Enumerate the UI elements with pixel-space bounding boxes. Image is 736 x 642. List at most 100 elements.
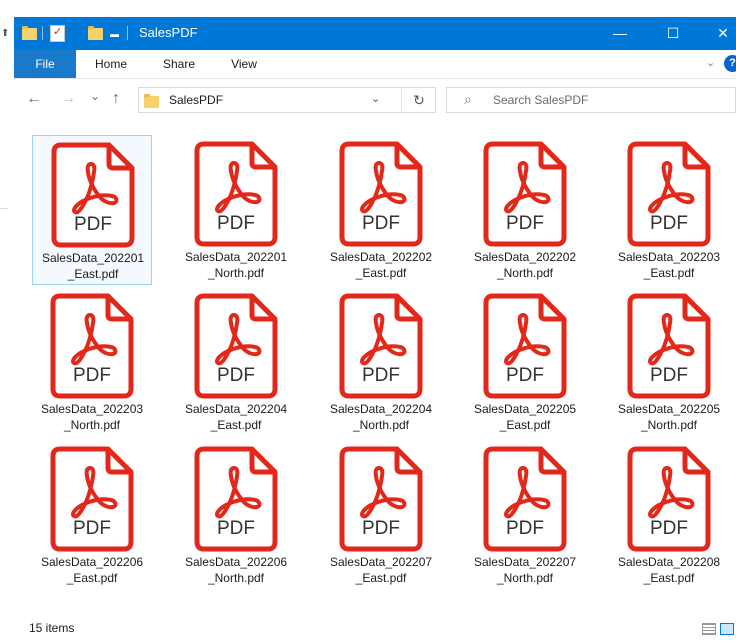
- file-name-line-1: SalesData_202205: [617, 402, 721, 416]
- pdf-file-icon: PDF: [339, 293, 423, 399]
- file-name-line-2: _East.pdf: [67, 267, 119, 281]
- pdf-icon-label: PDF: [362, 213, 400, 234]
- address-dropdown-icon[interactable]: ⌄: [371, 92, 380, 105]
- minimize-button[interactable]: —: [597, 17, 643, 50]
- file-item[interactable]: PDF SalesData_202205 _East.pdf: [465, 287, 585, 437]
- status-bar: 15 items: [14, 617, 736, 642]
- folder-icon: [22, 26, 37, 40]
- search-box[interactable]: ⌕ Search SalesPDF: [446, 87, 736, 113]
- file-name-line-1: SalesData_202205: [473, 402, 577, 416]
- file-name: SalesData_202207 _East.pdf: [321, 554, 441, 586]
- pdf-icon-label: PDF: [217, 213, 255, 234]
- pdf-icon-label: PDF: [217, 518, 255, 539]
- file-name: SalesData_202205 _East.pdf: [465, 401, 585, 433]
- large-icons-view-icon[interactable]: [720, 623, 734, 635]
- expand-ribbon-icon[interactable]: ⌄: [706, 56, 715, 69]
- file-name-line-1: SalesData_202208: [617, 555, 721, 569]
- search-icon: ⌕: [464, 91, 472, 107]
- pdf-file-icon: PDF: [194, 446, 278, 552]
- file-name-line-2: _East.pdf: [643, 571, 695, 585]
- tab-file[interactable]: File: [14, 50, 76, 78]
- file-name-line-1: SalesData_202206: [184, 555, 288, 569]
- recent-locations-chevron-icon[interactable]: ⌄: [90, 89, 100, 103]
- file-item[interactable]: PDF SalesData_202206 _North.pdf: [176, 440, 296, 590]
- file-name-line-1: SalesData_202206: [40, 555, 144, 569]
- search-placeholder: Search SalesPDF: [493, 93, 589, 107]
- address-bar[interactable]: SalesPDF ⌄ ↻: [138, 87, 436, 113]
- file-item[interactable]: PDF SalesData_202206 _East.pdf: [32, 440, 152, 590]
- file-name: SalesData_202204 _East.pdf: [176, 401, 296, 433]
- pdf-file-icon: PDF: [339, 141, 423, 247]
- file-item[interactable]: PDF SalesData_202201 _North.pdf: [176, 135, 296, 285]
- file-list-view[interactable]: PDF SalesData_202201 _East.pdf PDF SalesData…: [14, 123, 736, 617]
- pdf-icon-label: PDF: [217, 365, 255, 386]
- file-name-line-2: _East.pdf: [355, 571, 407, 585]
- file-item[interactable]: PDF SalesData_202202 _East.pdf: [321, 135, 441, 285]
- file-item[interactable]: PDF SalesData_202202 _North.pdf: [465, 135, 585, 285]
- file-name: SalesData_202203 _East.pdf: [609, 249, 729, 281]
- file-name: SalesData_202202 _East.pdf: [321, 249, 441, 281]
- file-name: SalesData_202208 _East.pdf: [609, 554, 729, 586]
- file-item[interactable]: PDF SalesData_202203 _East.pdf: [609, 135, 729, 285]
- file-name-line-1: SalesData_202201: [41, 251, 145, 265]
- file-name-line-2: _East.pdf: [66, 571, 118, 585]
- window-title: SalesPDF: [139, 25, 198, 40]
- pdf-file-icon: PDF: [50, 293, 134, 399]
- pdf-icon-label: PDF: [650, 518, 688, 539]
- file-item[interactable]: PDF SalesData_202205 _North.pdf: [609, 287, 729, 437]
- tab-home[interactable]: Home: [86, 50, 136, 78]
- file-name: SalesData_202203 _North.pdf: [32, 401, 152, 433]
- file-item[interactable]: PDF SalesData_202207 _East.pdf: [321, 440, 441, 590]
- file-name-line-2: _East.pdf: [499, 418, 551, 432]
- folder-icon: [144, 94, 159, 108]
- file-name-line-1: SalesData_202203: [40, 402, 144, 416]
- up-arrow-icon[interactable]: ↑: [112, 90, 120, 108]
- close-button[interactable]: ✕: [700, 17, 736, 50]
- forward-arrow-icon[interactable]: →: [60, 90, 76, 108]
- file-name-line-1: SalesData_202204: [184, 402, 288, 416]
- pin-icon: ⬆: [1, 28, 10, 39]
- file-item[interactable]: PDF SalesData_202201 _East.pdf: [32, 135, 152, 285]
- new-folder-icon[interactable]: [88, 26, 103, 40]
- details-view-icon[interactable]: [702, 623, 716, 635]
- tab-share[interactable]: Share: [154, 50, 204, 78]
- refresh-icon[interactable]: ↻: [401, 87, 436, 113]
- file-item[interactable]: PDF SalesData_202204 _East.pdf: [176, 287, 296, 437]
- pdf-file-icon: PDF: [627, 446, 711, 552]
- file-name-line-1: SalesData_202207: [329, 555, 433, 569]
- quick-access-dropdown-icon[interactable]: ▬: [110, 29, 119, 39]
- pdf-icon-label: PDF: [362, 365, 400, 386]
- pdf-icon-label: PDF: [506, 518, 544, 539]
- file-name-line-1: SalesData_202201: [184, 250, 288, 264]
- tab-view[interactable]: View: [219, 50, 269, 78]
- divider: [0, 208, 8, 209]
- file-name: SalesData_202206 _East.pdf: [32, 554, 152, 586]
- title-bar[interactable]: ▬ SalesPDF — ☐ ✕: [14, 17, 736, 50]
- file-item[interactable]: PDF SalesData_202208 _East.pdf: [609, 440, 729, 590]
- background-window-edge: ⬆: [0, 0, 14, 642]
- pdf-file-icon: PDF: [627, 293, 711, 399]
- file-item[interactable]: PDF SalesData_202207 _North.pdf: [465, 440, 585, 590]
- file-explorer-window: ▬ SalesPDF — ☐ ✕ File Home Share View ⌄ …: [14, 17, 736, 642]
- back-arrow-icon[interactable]: ←: [26, 90, 42, 108]
- maximize-button[interactable]: ☐: [650, 17, 696, 50]
- pdf-icon-label: PDF: [650, 365, 688, 386]
- pdf-file-icon: PDF: [51, 142, 135, 248]
- file-name-line-1: SalesData_202204: [329, 402, 433, 416]
- file-item[interactable]: PDF SalesData_202203 _North.pdf: [32, 287, 152, 437]
- pdf-file-icon: PDF: [50, 446, 134, 552]
- file-name-line-2: _East.pdf: [210, 418, 262, 432]
- file-item[interactable]: PDF SalesData_202204 _North.pdf: [321, 287, 441, 437]
- file-name: SalesData_202201 _East.pdf: [33, 250, 153, 282]
- help-icon[interactable]: ?: [724, 55, 736, 72]
- file-name: SalesData_202204 _North.pdf: [321, 401, 441, 433]
- pdf-file-icon: PDF: [483, 446, 567, 552]
- pdf-file-icon: PDF: [194, 293, 278, 399]
- pdf-icon-label: PDF: [650, 213, 688, 234]
- file-name: SalesData_202202 _North.pdf: [465, 249, 585, 281]
- file-name: SalesData_202201 _North.pdf: [176, 249, 296, 281]
- properties-icon[interactable]: [50, 25, 65, 42]
- address-path: SalesPDF: [169, 93, 224, 107]
- file-name-line-2: _North.pdf: [207, 266, 265, 280]
- item-count: 15 items: [29, 621, 75, 635]
